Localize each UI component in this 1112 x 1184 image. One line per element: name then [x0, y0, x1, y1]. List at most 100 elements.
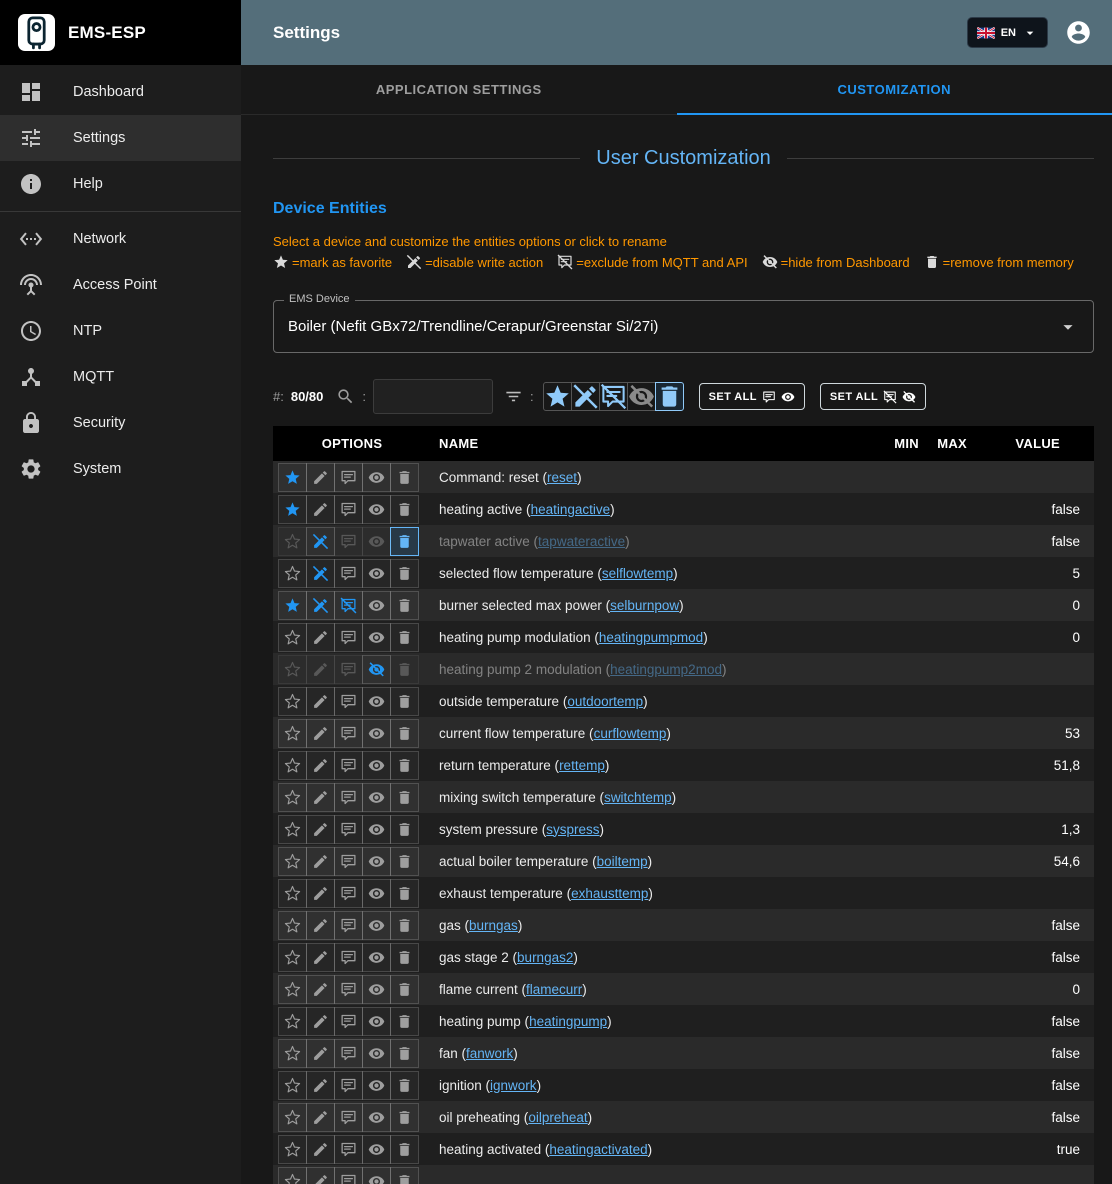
entity-row[interactable]: gas stage 2 (burngas2)false — [273, 941, 1094, 973]
entity-row[interactable]: heating pump (heatingpump)false — [273, 1005, 1094, 1037]
favorite-star-button[interactable] — [278, 623, 307, 652]
disable-write-button[interactable] — [306, 495, 335, 524]
entity-row[interactable]: burner selected max power (selburnpow)0 — [273, 589, 1094, 621]
favorite-star-button[interactable] — [278, 559, 307, 588]
disable-write-button[interactable] — [306, 527, 335, 556]
hide-dashboard-button[interactable] — [362, 495, 391, 524]
hide-dashboard-button[interactable] — [362, 1135, 391, 1164]
hide-dashboard-button[interactable] — [362, 655, 391, 684]
remove-memory-button[interactable] — [390, 783, 419, 812]
favorite-star-button[interactable] — [278, 1103, 307, 1132]
sidebar-item-network[interactable]: Network — [0, 216, 241, 262]
entity-row[interactable]: actual boiler temperature (boiltemp)54,6 — [273, 845, 1094, 877]
remove-memory-button[interactable] — [390, 495, 419, 524]
hide-dashboard-button[interactable] — [362, 1007, 391, 1036]
sidebar-item-mqtt[interactable]: MQTT — [0, 354, 241, 400]
remove-memory-button[interactable] — [390, 719, 419, 748]
tab-customization[interactable]: CUSTOMIZATION — [677, 65, 1112, 114]
entity-row[interactable]: Command: reset (reset) — [273, 461, 1094, 493]
favorite-star-button[interactable] — [278, 527, 307, 556]
entity-shortname-link[interactable]: ignwork — [490, 1078, 537, 1093]
disable-write-button[interactable] — [306, 559, 335, 588]
favorite-star-button[interactable] — [278, 879, 307, 908]
hide-dashboard-button[interactable] — [362, 591, 391, 620]
exclude-mqtt-button[interactable] — [334, 655, 363, 684]
exclude-mqtt-button[interactable] — [334, 1039, 363, 1068]
entity-row[interactable] — [273, 1165, 1094, 1184]
entity-shortname-link[interactable]: heatingpumpmod — [599, 630, 703, 645]
disable-write-button[interactable] — [306, 1071, 335, 1100]
hide-dashboard-button[interactable] — [362, 847, 391, 876]
filter-exclude-mqtt-toggle[interactable] — [599, 382, 628, 411]
entity-row[interactable]: current flow temperature (curflowtemp)53 — [273, 717, 1094, 749]
sidebar-item-ntp[interactable]: NTP — [0, 308, 241, 354]
hide-dashboard-button[interactable] — [362, 815, 391, 844]
entity-row[interactable]: outside temperature (outdoortemp) — [273, 685, 1094, 717]
language-selector[interactable]: EN — [967, 17, 1048, 48]
remove-memory-button[interactable] — [390, 1167, 419, 1184]
entity-shortname-link[interactable]: heatingpump — [529, 1014, 607, 1029]
remove-memory-button[interactable] — [390, 815, 419, 844]
disable-write-button[interactable] — [306, 751, 335, 780]
remove-memory-button[interactable] — [390, 1103, 419, 1132]
entity-row[interactable]: mixing switch temperature (switchtemp) — [273, 781, 1094, 813]
entity-row[interactable]: heating pump 2 modulation (heatingpump2m… — [273, 653, 1094, 685]
entity-shortname-link[interactable]: exhausttemp — [571, 886, 648, 901]
disable-write-button[interactable] — [306, 655, 335, 684]
favorite-star-button[interactable] — [278, 495, 307, 524]
entity-shortname-link[interactable]: rettemp — [559, 758, 605, 773]
entity-row[interactable]: exhaust temperature (exhausttemp) — [273, 877, 1094, 909]
exclude-mqtt-button[interactable] — [334, 1071, 363, 1100]
entity-row[interactable]: ignition (ignwork)false — [273, 1069, 1094, 1101]
entity-row[interactable]: return temperature (rettemp)51,8 — [273, 749, 1094, 781]
favorite-star-button[interactable] — [278, 719, 307, 748]
disable-write-button[interactable] — [306, 687, 335, 716]
account-icon[interactable] — [1065, 19, 1092, 46]
disable-write-button[interactable] — [306, 1103, 335, 1132]
entity-shortname-link[interactable]: boiltemp — [597, 854, 648, 869]
entity-shortname-link[interactable]: selflowtemp — [602, 566, 673, 581]
exclude-mqtt-button[interactable] — [334, 591, 363, 620]
entity-shortname-link[interactable]: syspress — [546, 822, 599, 837]
favorite-star-button[interactable] — [278, 751, 307, 780]
favorite-star-button[interactable] — [278, 1167, 307, 1184]
favorite-star-button[interactable] — [278, 1007, 307, 1036]
disable-write-button[interactable] — [306, 1167, 335, 1184]
remove-memory-button[interactable] — [390, 559, 419, 588]
hide-dashboard-button[interactable] — [362, 1071, 391, 1100]
favorite-star-button[interactable] — [278, 687, 307, 716]
remove-memory-button[interactable] — [390, 623, 419, 652]
entity-row[interactable]: tapwater active (tapwateractive)false — [273, 525, 1094, 557]
exclude-mqtt-button[interactable] — [334, 559, 363, 588]
disable-write-button[interactable] — [306, 879, 335, 908]
entity-shortname-link[interactable]: selburnpow — [610, 598, 679, 613]
entity-shortname-link[interactable]: heatingpump2mod — [610, 662, 722, 677]
favorite-star-button[interactable] — [278, 975, 307, 1004]
entity-row[interactable]: heating activated (heatingactivated)true — [273, 1133, 1094, 1165]
sidebar-item-settings[interactable]: Settings — [0, 115, 241, 161]
exclude-mqtt-button[interactable] — [334, 943, 363, 972]
entity-row[interactable]: heating pump modulation (heatingpumpmod)… — [273, 621, 1094, 653]
exclude-mqtt-button[interactable] — [334, 463, 363, 492]
disable-write-button[interactable] — [306, 911, 335, 940]
entity-row[interactable]: selected flow temperature (selflowtemp)5 — [273, 557, 1094, 589]
entity-shortname-link[interactable]: tapwateractive — [538, 534, 625, 549]
exclude-mqtt-button[interactable] — [334, 527, 363, 556]
hide-dashboard-button[interactable] — [362, 1167, 391, 1184]
exclude-mqtt-button[interactable] — [334, 1135, 363, 1164]
exclude-mqtt-button[interactable] — [334, 751, 363, 780]
remove-memory-button[interactable] — [390, 527, 419, 556]
hide-dashboard-button[interactable] — [362, 975, 391, 1004]
disable-write-button[interactable] — [306, 463, 335, 492]
disable-write-button[interactable] — [306, 783, 335, 812]
favorite-star-button[interactable] — [278, 1039, 307, 1068]
disable-write-button[interactable] — [306, 1007, 335, 1036]
favorite-star-button[interactable] — [278, 591, 307, 620]
hide-dashboard-button[interactable] — [362, 911, 391, 940]
entity-shortname-link[interactable]: burngas — [469, 918, 518, 933]
disable-write-button[interactable] — [306, 591, 335, 620]
entity-shortname-link[interactable]: burngas2 — [517, 950, 573, 965]
hide-dashboard-button[interactable] — [362, 751, 391, 780]
entity-shortname-link[interactable]: heatingactivated — [549, 1142, 647, 1157]
remove-memory-button[interactable] — [390, 655, 419, 684]
